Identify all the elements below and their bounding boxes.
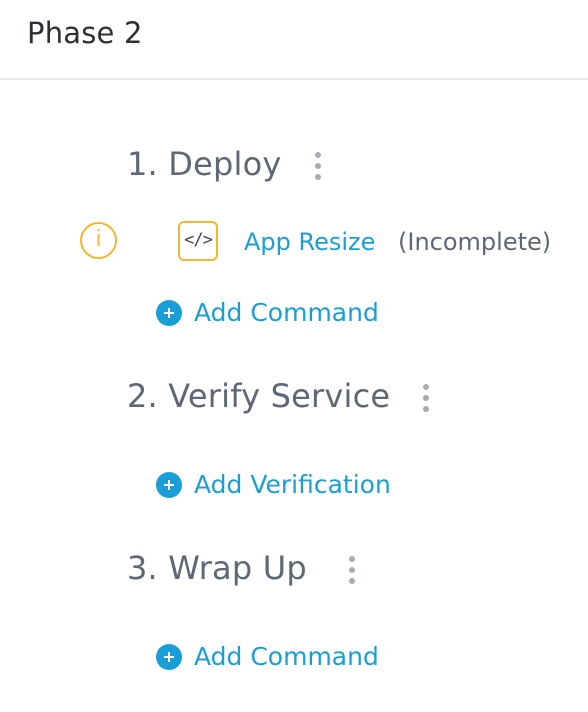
command-status: (Incomplete) (398, 228, 552, 256)
plus-circle-icon (156, 300, 182, 326)
phase-panel: Phase 2 1. Deploy i </> App Resize (Inco… (0, 0, 588, 712)
plus-circle-icon (156, 644, 182, 670)
command-app-resize-link[interactable]: App Resize (244, 228, 375, 256)
step-wrap-up-kebab-menu-icon[interactable] (346, 554, 358, 586)
step-title-wrap-up: 3. Wrap Up (127, 549, 307, 587)
phase-header: Phase 2 (0, 0, 588, 80)
step-title-verify-service: 2. Verify Service (127, 377, 391, 415)
add-command-label: Add Command (194, 298, 379, 327)
plus-circle-icon (156, 472, 182, 498)
warning-info-icon[interactable]: i (80, 222, 117, 259)
step-title-deploy: 1. Deploy (127, 145, 282, 183)
add-command-label: Add Command (194, 642, 379, 671)
phase-title: Phase 2 (27, 16, 143, 50)
add-verification-label: Add Verification (194, 470, 391, 499)
step-deploy-kebab-menu-icon[interactable] (312, 150, 324, 182)
code-icon: </> (178, 221, 218, 261)
step-verify-kebab-menu-icon[interactable] (420, 382, 432, 414)
